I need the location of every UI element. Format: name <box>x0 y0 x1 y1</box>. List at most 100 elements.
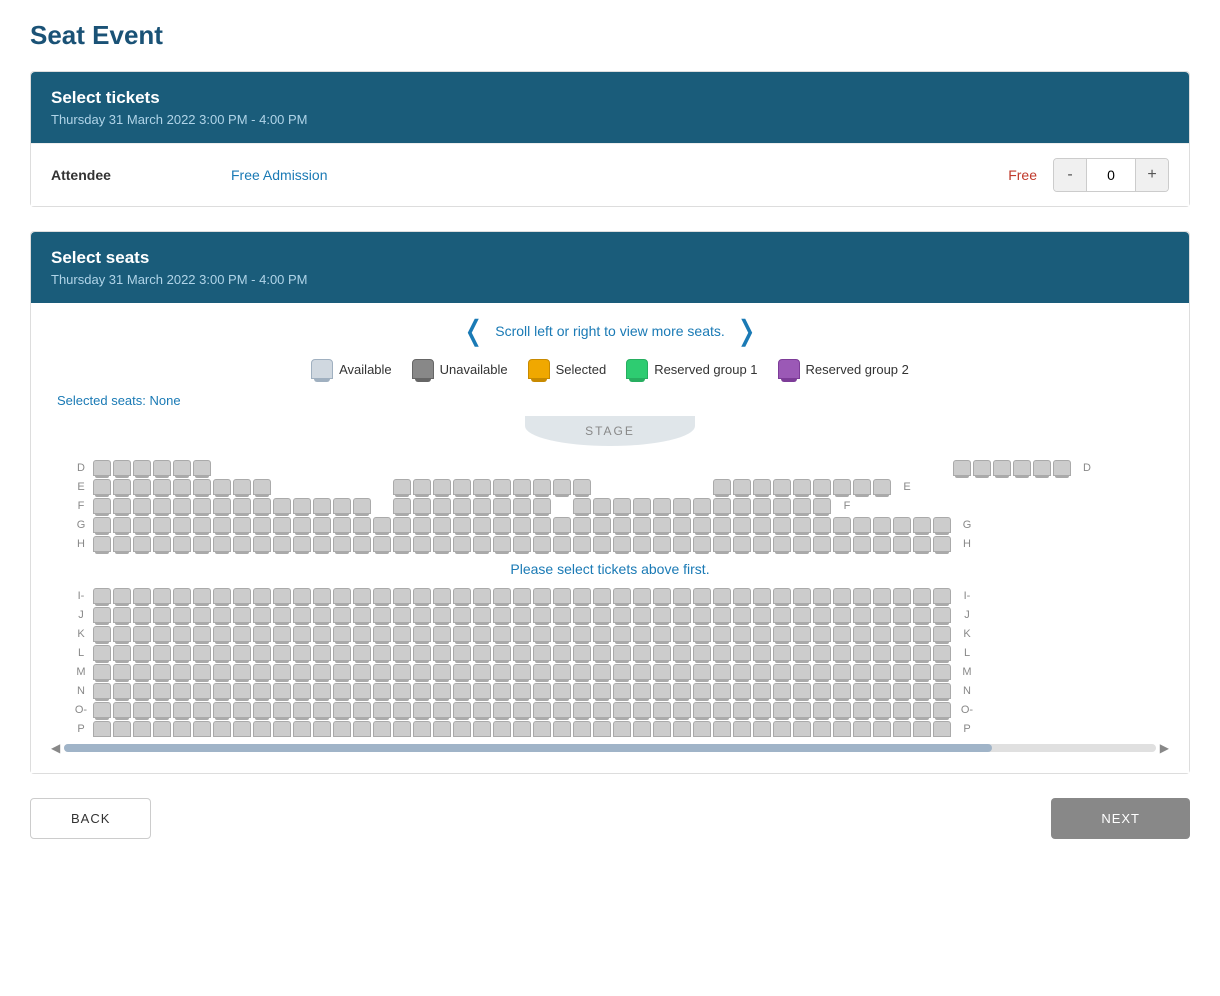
list-item[interactable] <box>773 536 791 552</box>
list-item[interactable] <box>693 721 711 737</box>
list-item[interactable] <box>113 626 131 642</box>
list-item[interactable] <box>733 479 751 495</box>
list-item[interactable] <box>153 536 171 552</box>
list-item[interactable] <box>573 517 591 533</box>
list-item[interactable] <box>633 536 651 552</box>
quantity-input[interactable] <box>1086 159 1136 191</box>
list-item[interactable] <box>333 498 351 514</box>
list-item[interactable] <box>713 683 731 699</box>
list-item[interactable] <box>313 645 331 661</box>
list-item[interactable] <box>133 517 151 533</box>
list-item[interactable] <box>773 517 791 533</box>
list-item[interactable] <box>793 517 811 533</box>
list-item[interactable] <box>793 645 811 661</box>
list-item[interactable] <box>793 626 811 642</box>
list-item[interactable] <box>313 607 331 623</box>
list-item[interactable] <box>853 536 871 552</box>
list-item[interactable] <box>153 626 171 642</box>
list-item[interactable] <box>653 517 671 533</box>
list-item[interactable] <box>693 607 711 623</box>
list-item[interactable] <box>133 683 151 699</box>
list-item[interactable] <box>733 498 751 514</box>
list-item[interactable] <box>673 645 691 661</box>
list-item[interactable] <box>853 683 871 699</box>
list-item[interactable] <box>573 479 591 495</box>
list-item[interactable] <box>153 588 171 604</box>
list-item[interactable] <box>833 683 851 699</box>
list-item[interactable] <box>233 479 251 495</box>
list-item[interactable] <box>193 626 211 642</box>
list-item[interactable] <box>553 626 571 642</box>
list-item[interactable] <box>453 536 471 552</box>
list-item[interactable] <box>273 664 291 680</box>
list-item[interactable] <box>513 645 531 661</box>
list-item[interactable] <box>293 721 311 737</box>
list-item[interactable] <box>813 536 831 552</box>
list-item[interactable] <box>833 517 851 533</box>
list-item[interactable] <box>393 498 411 514</box>
list-item[interactable] <box>573 588 591 604</box>
list-item[interactable] <box>113 721 131 737</box>
list-item[interactable] <box>253 479 271 495</box>
list-item[interactable] <box>133 607 151 623</box>
list-item[interactable] <box>453 607 471 623</box>
list-item[interactable] <box>573 536 591 552</box>
list-item[interactable] <box>373 721 391 737</box>
list-item[interactable] <box>653 626 671 642</box>
list-item[interactable] <box>613 664 631 680</box>
list-item[interactable] <box>253 645 271 661</box>
list-item[interactable] <box>473 626 491 642</box>
list-item[interactable] <box>573 721 591 737</box>
list-item[interactable] <box>793 683 811 699</box>
list-item[interactable] <box>553 517 571 533</box>
list-item[interactable] <box>513 588 531 604</box>
list-item[interactable] <box>533 498 551 514</box>
list-item[interactable] <box>793 536 811 552</box>
list-item[interactable] <box>593 702 611 718</box>
list-item[interactable] <box>473 588 491 604</box>
list-item[interactable] <box>513 536 531 552</box>
list-item[interactable] <box>113 588 131 604</box>
list-item[interactable] <box>113 683 131 699</box>
list-item[interactable] <box>773 721 791 737</box>
list-item[interactable] <box>893 517 911 533</box>
list-item[interactable] <box>873 664 891 680</box>
list-item[interactable] <box>273 536 291 552</box>
scrollbar-thumb[interactable] <box>64 744 992 752</box>
list-item[interactable] <box>773 479 791 495</box>
list-item[interactable] <box>413 721 431 737</box>
list-item[interactable] <box>593 664 611 680</box>
list-item[interactable] <box>313 588 331 604</box>
list-item[interactable] <box>153 702 171 718</box>
list-item[interactable] <box>453 664 471 680</box>
list-item[interactable] <box>893 664 911 680</box>
list-item[interactable] <box>573 683 591 699</box>
scrollbar-track[interactable] <box>64 744 1156 752</box>
list-item[interactable] <box>573 664 591 680</box>
list-item[interactable] <box>833 721 851 737</box>
list-item[interactable] <box>273 702 291 718</box>
list-item[interactable] <box>733 536 751 552</box>
list-item[interactable] <box>333 536 351 552</box>
list-item[interactable] <box>353 721 371 737</box>
list-item[interactable] <box>593 588 611 604</box>
list-item[interactable] <box>233 645 251 661</box>
list-item[interactable] <box>293 702 311 718</box>
list-item[interactable] <box>493 588 511 604</box>
list-item[interactable] <box>813 645 831 661</box>
list-item[interactable] <box>213 702 231 718</box>
list-item[interactable] <box>173 702 191 718</box>
list-item[interactable] <box>273 683 291 699</box>
list-item[interactable] <box>333 683 351 699</box>
list-item[interactable] <box>153 645 171 661</box>
list-item[interactable] <box>253 498 271 514</box>
list-item[interactable] <box>273 517 291 533</box>
list-item[interactable] <box>453 721 471 737</box>
list-item[interactable] <box>173 645 191 661</box>
list-item[interactable] <box>233 683 251 699</box>
list-item[interactable] <box>873 721 891 737</box>
list-item[interactable] <box>533 536 551 552</box>
list-item[interactable] <box>93 498 111 514</box>
list-item[interactable] <box>313 626 331 642</box>
list-item[interactable] <box>793 588 811 604</box>
